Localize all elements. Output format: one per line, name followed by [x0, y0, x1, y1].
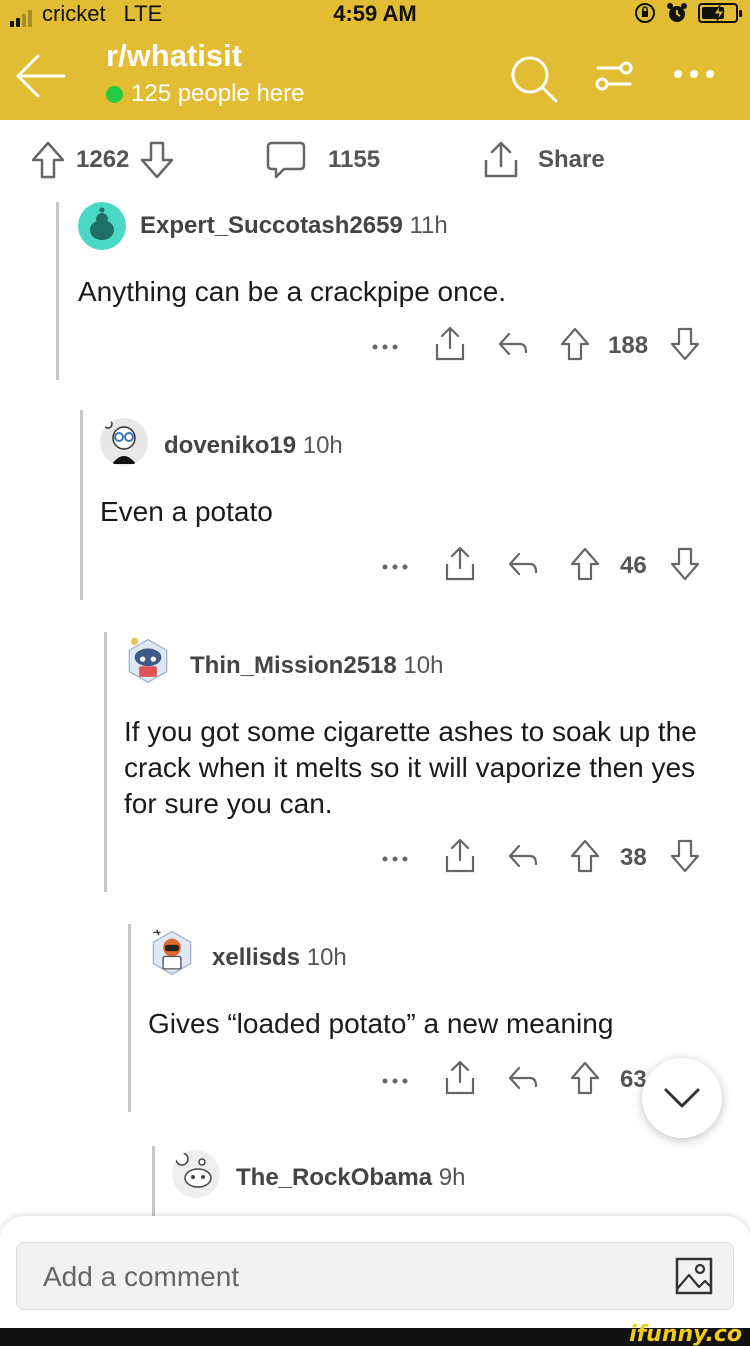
share-icon[interactable]: [444, 838, 476, 874]
thread-line[interactable]: [104, 632, 107, 892]
downvote-icon[interactable]: [139, 140, 175, 180]
thread-line[interactable]: [152, 1146, 155, 1218]
search-icon[interactable]: [508, 54, 560, 104]
comment-score: 38: [620, 844, 647, 871]
post-score: 1262: [76, 146, 130, 173]
downvote-icon[interactable]: [670, 546, 700, 582]
comment-text: Gives “loaded potato” a new meaning: [148, 1008, 614, 1039]
comment-bubble-icon: [266, 141, 306, 179]
comment-author[interactable]: xellisds 10h: [212, 944, 347, 972]
subreddit-name[interactable]: r/whatisit: [106, 38, 242, 74]
thread-line[interactable]: [128, 924, 131, 1112]
more-icon[interactable]: [372, 344, 398, 350]
thread-line[interactable]: [80, 410, 83, 600]
avatar[interactable]: [172, 1150, 220, 1198]
comment-author[interactable]: The_RockObama 9h: [236, 1164, 465, 1192]
post-vote-group: 1262: [30, 140, 175, 180]
more-icon[interactable]: [382, 564, 408, 570]
more-icon[interactable]: [382, 856, 408, 862]
author-name: Expert_Succotash2659: [140, 212, 403, 239]
author-name: The_RockObama: [236, 1164, 433, 1191]
comment-age: 10h: [403, 652, 444, 679]
image-icon[interactable]: [675, 1257, 713, 1295]
share-label: Share: [538, 146, 605, 173]
share-icon: [484, 141, 518, 178]
comment-placeholder: Add a comment: [43, 1261, 240, 1292]
online-count-text: 125 people here: [131, 80, 305, 107]
post-comments-button[interactable]: 1155: [266, 140, 380, 180]
comment-score: 188: [608, 332, 649, 359]
status-bar: cricket LTE 4:59 AM: [0, 0, 750, 28]
author-name: xellisds: [212, 944, 301, 971]
comment-score: 46: [620, 552, 647, 579]
comment-author[interactable]: doveniko19 10h: [164, 432, 343, 460]
comment-author[interactable]: Thin_Mission2518 10h: [190, 652, 443, 680]
more-icon[interactable]: [382, 1078, 408, 1084]
reply-icon[interactable]: [506, 838, 538, 874]
watermark: ifunny.co: [629, 1322, 742, 1346]
filter-icon[interactable]: [594, 58, 634, 94]
alarm-icon: [667, 3, 687, 22]
author-name: Thin_Mission2518: [190, 652, 397, 679]
comment-text: Even a potato: [100, 496, 273, 527]
orientation-lock-icon: [635, 3, 655, 23]
online-count: 125 people here: [106, 80, 304, 108]
reply-icon[interactable]: [506, 1060, 538, 1096]
comment-actions: 38: [370, 838, 720, 878]
watermark-bar: ifunny.co: [0, 1322, 750, 1346]
share-icon[interactable]: [444, 1060, 476, 1096]
comment-actions: 63: [370, 1060, 660, 1100]
avatar[interactable]: [100, 418, 148, 466]
share-button[interactable]: Share: [482, 140, 605, 180]
comment-actions: 46: [370, 546, 720, 586]
downvote-icon[interactable]: [670, 326, 700, 362]
comment-text: Anything can be a crackpipe once.: [78, 276, 507, 307]
author-name: doveniko19: [164, 432, 297, 459]
more-icon[interactable]: [672, 68, 716, 80]
scroll-down-button[interactable]: [642, 1058, 722, 1138]
avatar[interactable]: [148, 928, 196, 976]
reply-icon[interactable]: [506, 546, 538, 582]
upvote-icon[interactable]: [570, 1060, 600, 1096]
post-action-bar: 1262 1155 Share: [0, 120, 750, 202]
upvote-icon[interactable]: [570, 546, 600, 582]
comment-age: 10h: [306, 944, 347, 971]
upvote-icon[interactable]: [570, 838, 600, 874]
upvote-icon[interactable]: [30, 140, 66, 180]
subreddit-header: cricket LTE 4:59 AM r/whatisit 125 peopl…: [0, 0, 750, 120]
comment-author[interactable]: Expert_Succotash2659 11h: [140, 212, 448, 240]
comment-age: 9h: [438, 1164, 466, 1191]
avatar[interactable]: [78, 202, 126, 250]
reply-icon[interactable]: [496, 326, 528, 362]
comment-actions: 188: [360, 326, 710, 366]
comment-text: If you got some cigarette ashes to soak …: [124, 716, 697, 819]
comment-input[interactable]: Add a comment: [16, 1242, 734, 1310]
back-arrow-icon[interactable]: [14, 52, 66, 100]
battery-icon: [698, 3, 742, 23]
share-icon[interactable]: [444, 546, 476, 582]
chevron-down-icon: [664, 1088, 700, 1108]
comment-age: 10h: [302, 432, 343, 459]
upvote-icon[interactable]: [560, 326, 590, 362]
online-dot-icon: [106, 85, 123, 103]
downvote-icon[interactable]: [670, 838, 700, 874]
share-icon[interactable]: [434, 326, 466, 362]
comment-composer: Add a comment: [0, 1216, 750, 1328]
avatar[interactable]: [124, 636, 172, 684]
thread-line[interactable]: [56, 202, 59, 380]
comment-count: 1155: [328, 146, 381, 173]
comment-age: 11h: [409, 212, 448, 239]
